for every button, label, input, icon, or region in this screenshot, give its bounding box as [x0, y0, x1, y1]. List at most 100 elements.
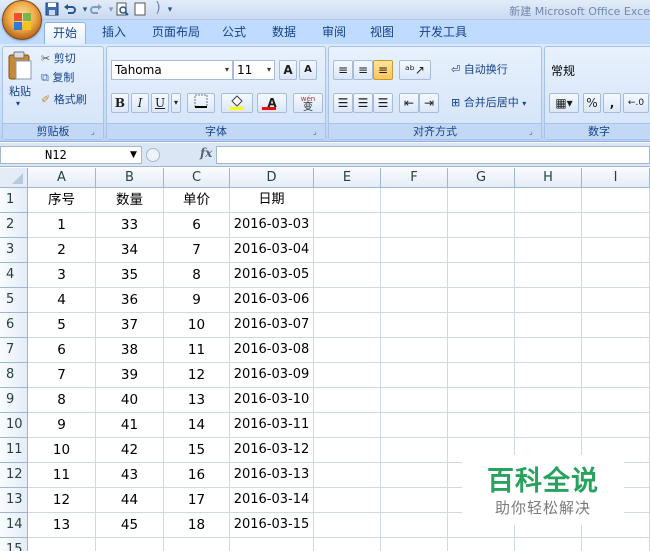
tab-home[interactable]: 开始	[44, 22, 86, 44]
fill-color-button[interactable]	[221, 93, 253, 113]
cell-e11[interactable]	[314, 438, 381, 463]
column-header-d[interactable]: D	[230, 168, 314, 188]
redo-icon[interactable]	[88, 2, 104, 18]
cell-c3[interactable]: 7	[164, 238, 230, 263]
cell-f10[interactable]	[381, 413, 448, 438]
tab-data[interactable]: 数据	[266, 22, 302, 44]
cell-a11[interactable]: 10	[28, 438, 96, 463]
cell-a6[interactable]: 5	[28, 313, 96, 338]
chevron-down-icon[interactable]: ▼	[130, 146, 137, 164]
cell-g2[interactable]	[448, 213, 515, 238]
percent-button[interactable]: %	[583, 93, 601, 113]
column-header-g[interactable]: G	[448, 168, 515, 188]
cell-c11[interactable]: 15	[164, 438, 230, 463]
cell-b14[interactable]: 45	[96, 513, 164, 538]
cell-d5[interactable]: 2016-03-06	[230, 288, 314, 313]
row-header[interactable]: 11	[0, 438, 28, 463]
row-header[interactable]: 10	[0, 413, 28, 438]
column-header-a[interactable]: A	[28, 168, 96, 188]
cell-g3[interactable]	[448, 238, 515, 263]
cell-d13[interactable]: 2016-03-14	[230, 488, 314, 513]
cell-a1[interactable]: 序号	[28, 188, 96, 213]
cell-e4[interactable]	[314, 263, 381, 288]
align-middle-button[interactable]: ≡	[353, 60, 373, 80]
cell-b4[interactable]: 35	[96, 263, 164, 288]
cell-g4[interactable]	[448, 263, 515, 288]
cell-d1[interactable]: 日期	[230, 188, 314, 213]
clipboard-launcher-icon[interactable]: ⌟	[91, 127, 100, 136]
cell-g1[interactable]	[448, 188, 515, 213]
cell-f13[interactable]	[381, 488, 448, 513]
cell-f9[interactable]	[381, 388, 448, 413]
cell-a15[interactable]	[28, 538, 96, 551]
cell-d3[interactable]: 2016-03-04	[230, 238, 314, 263]
cell-g9[interactable]	[448, 388, 515, 413]
align-bottom-button[interactable]: ≡	[373, 60, 393, 80]
underline-dropdown[interactable]: ▾	[171, 93, 181, 113]
insert-function-icon[interactable]: fx	[200, 146, 212, 160]
decrease-indent-button[interactable]: ⇤	[399, 93, 419, 113]
cell-d9[interactable]: 2016-03-10	[230, 388, 314, 413]
cell-b6[interactable]: 37	[96, 313, 164, 338]
cell-h10[interactable]	[515, 413, 582, 438]
cell-i15[interactable]	[582, 538, 650, 551]
phonetic-button[interactable]: wén 变	[293, 93, 323, 113]
alignment-launcher-icon[interactable]: ⌟	[529, 127, 538, 136]
column-header-b[interactable]: B	[96, 168, 164, 188]
cell-h9[interactable]	[515, 388, 582, 413]
cell-h15[interactable]	[515, 538, 582, 551]
cell-c12[interactable]: 16	[164, 463, 230, 488]
row-header[interactable]: 2	[0, 213, 28, 238]
cell-i4[interactable]	[582, 263, 650, 288]
cell-b9[interactable]: 40	[96, 388, 164, 413]
merge-center-button[interactable]: ⊞ 合并后居中 ▾	[451, 95, 526, 112]
cell-c7[interactable]: 11	[164, 338, 230, 363]
cell-i9[interactable]	[582, 388, 650, 413]
cell-d10[interactable]: 2016-03-11	[230, 413, 314, 438]
cell-h5[interactable]	[515, 288, 582, 313]
cell-c15[interactable]	[164, 538, 230, 551]
cell-d7[interactable]: 2016-03-08	[230, 338, 314, 363]
cell-b11[interactable]: 42	[96, 438, 164, 463]
row-header[interactable]: 8	[0, 363, 28, 388]
cell-f14[interactable]	[381, 513, 448, 538]
cell-h1[interactable]	[515, 188, 582, 213]
cell-h8[interactable]	[515, 363, 582, 388]
tab-review[interactable]: 审阅	[316, 22, 352, 44]
cell-e6[interactable]	[314, 313, 381, 338]
cell-h7[interactable]	[515, 338, 582, 363]
border-button[interactable]	[187, 93, 215, 113]
cell-g8[interactable]	[448, 363, 515, 388]
print-preview-icon[interactable]	[114, 2, 130, 18]
cell-i7[interactable]	[582, 338, 650, 363]
row-header[interactable]: 1	[0, 188, 28, 213]
qat-customize-icon[interactable]: ▾	[162, 2, 178, 18]
align-right-button[interactable]: ☰	[373, 93, 393, 113]
cell-a10[interactable]: 9	[28, 413, 96, 438]
cell-g7[interactable]	[448, 338, 515, 363]
cell-d2[interactable]: 2016-03-03	[230, 213, 314, 238]
cell-a7[interactable]: 6	[28, 338, 96, 363]
cell-i1[interactable]	[582, 188, 650, 213]
row-header[interactable]: 5	[0, 288, 28, 313]
cell-c4[interactable]: 8	[164, 263, 230, 288]
cell-f12[interactable]	[381, 463, 448, 488]
tab-developer[interactable]: 开发工具	[414, 22, 472, 44]
cell-d6[interactable]: 2016-03-07	[230, 313, 314, 338]
cell-f8[interactable]	[381, 363, 448, 388]
bold-button[interactable]: B	[111, 93, 129, 113]
number-format-value[interactable]: 常规	[551, 62, 575, 79]
grow-font-button[interactable]: A	[279, 60, 297, 80]
cell-b7[interactable]: 38	[96, 338, 164, 363]
cell-a5[interactable]: 4	[28, 288, 96, 313]
cell-b1[interactable]: 数量	[96, 188, 164, 213]
italic-button[interactable]: I	[131, 93, 149, 113]
cell-d4[interactable]: 2016-03-05	[230, 263, 314, 288]
font-name-select[interactable]: Tahoma ▾	[111, 60, 233, 80]
font-size-select[interactable]: 11 ▾	[233, 60, 275, 80]
cell-c5[interactable]: 9	[164, 288, 230, 313]
cell-d11[interactable]: 2016-03-12	[230, 438, 314, 463]
formula-input[interactable]	[216, 146, 650, 164]
comma-button[interactable]: ,	[603, 93, 621, 113]
cell-b5[interactable]: 36	[96, 288, 164, 313]
